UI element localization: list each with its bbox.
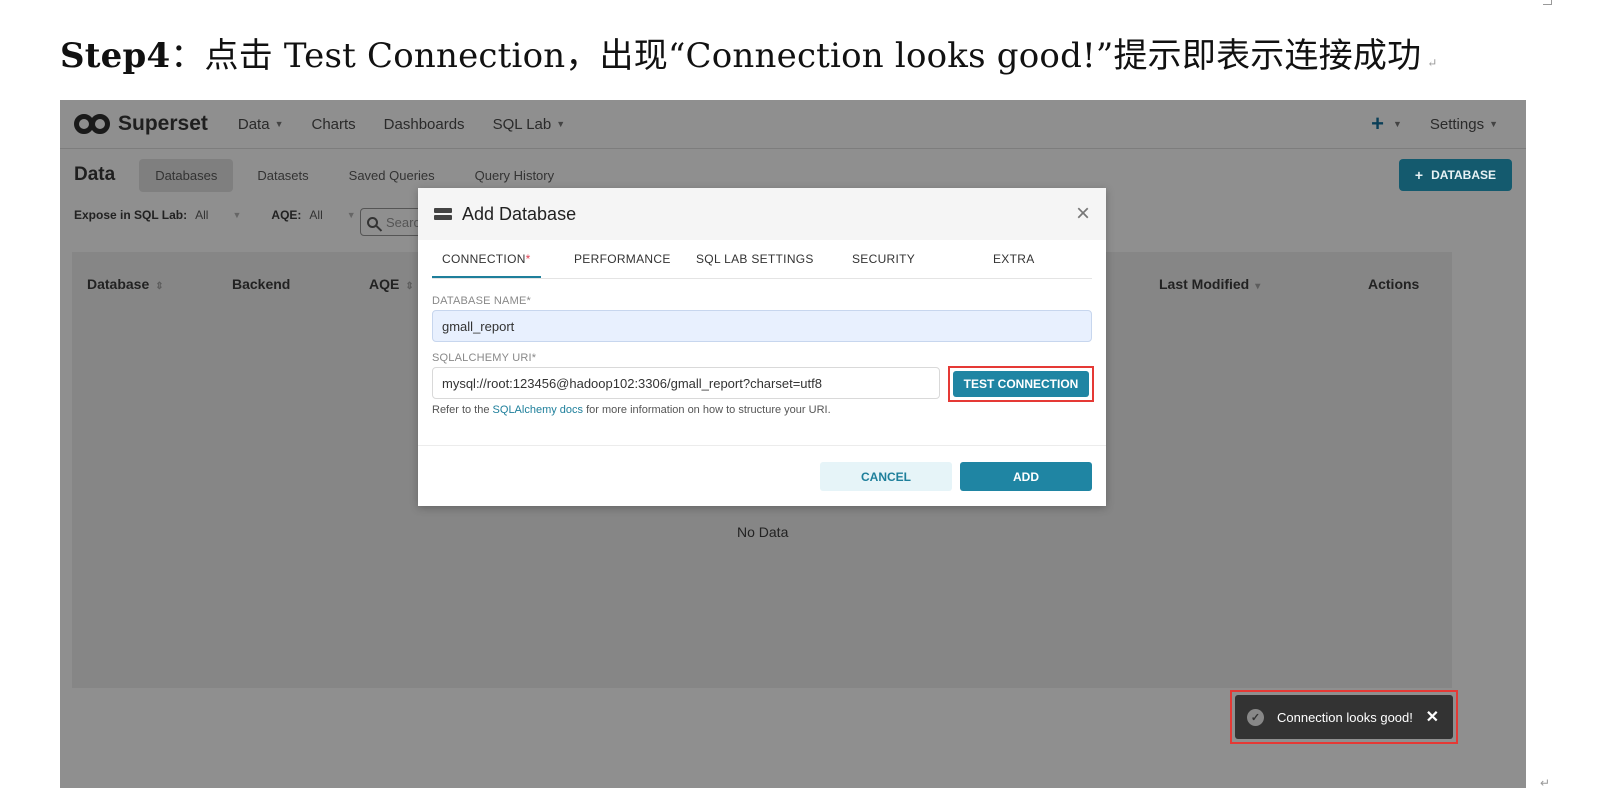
column-header-backend: Backend	[232, 276, 290, 292]
nav-data[interactable]: Data ▼	[238, 116, 284, 133]
step-label: Step4	[60, 36, 171, 76]
tab-security[interactable]: SECURITY	[852, 252, 915, 266]
chevron-down-icon: ▼	[556, 119, 566, 129]
modal-tabs: CONNECTION* PERFORMANCE SQL LAB SETTINGS…	[432, 240, 1092, 279]
column-header-actions: Actions	[1368, 276, 1419, 292]
superset-logo-icon	[74, 113, 114, 135]
plus-icon: +	[1371, 111, 1384, 136]
add-database-button[interactable]: + DATABASE	[1398, 159, 1512, 191]
column-header-label: Database	[87, 276, 150, 292]
search-icon	[367, 216, 378, 228]
nav-sql-lab-label: SQL Lab	[492, 115, 552, 133]
database-name-label: DATABASE NAME*	[432, 295, 531, 307]
tab-extra[interactable]: EXTRA	[993, 252, 1035, 266]
uri-help-text: Refer to the SQLAlchemy docs for more in…	[432, 404, 831, 416]
sqlalchemy-uri-label: SQLALCHEMY URI*	[432, 352, 537, 364]
document-heading: Step4：点击 Test Connection，出现“Connection l…	[60, 28, 1438, 77]
nav-charts[interactable]: Charts	[311, 116, 355, 133]
help-suffix: for more information on how to structure…	[583, 404, 831, 416]
cancel-button[interactable]: CANCEL	[820, 462, 952, 491]
chevron-down-icon: ▼	[232, 210, 242, 220]
sort-icon: ⇕	[405, 281, 414, 292]
search-placeholder: Searc	[386, 214, 420, 230]
page-corner-mark	[1543, 0, 1552, 5]
paragraph-mark: ↵	[1427, 56, 1438, 70]
toast-close-icon[interactable]: ✕	[1426, 707, 1439, 727]
database-icon	[434, 206, 452, 222]
column-header-label: AQE	[369, 276, 400, 292]
column-header-database[interactable]: Database ⇕	[87, 276, 164, 292]
navbar-right: + ▼ Settings ▼	[1357, 111, 1512, 137]
new-menu[interactable]: + ▼	[1371, 111, 1402, 137]
settings-menu[interactable]: Settings ▼	[1430, 116, 1498, 133]
nav-dashboards-label: Dashboards	[383, 115, 465, 133]
settings-label: Settings	[1429, 115, 1485, 133]
tab-sql-lab-settings[interactable]: SQL LAB SETTINGS	[696, 252, 814, 266]
page-title: Data	[74, 164, 116, 185]
chevron-down-icon: ▼	[346, 210, 356, 220]
help-prefix: Refer to the	[432, 404, 493, 416]
test-connection-highlight: TEST CONNECTION	[948, 366, 1094, 402]
toast-highlight: ✓ Connection looks good! ✕	[1230, 690, 1458, 744]
toast-message: Connection looks good!	[1277, 709, 1413, 725]
aqe-filter-select[interactable]: All	[309, 208, 322, 222]
paragraph-mark-end: ↵	[1540, 776, 1551, 790]
tab-databases[interactable]: Databases	[139, 158, 234, 192]
step-instruction: ：点击 Test Connection，出现“Connection looks …	[170, 36, 1422, 76]
tab-connection-label: CONNECTION	[442, 252, 526, 266]
modal-header: Add Database ×	[418, 188, 1106, 240]
tab-saved-queries[interactable]: Saved Queries	[333, 159, 451, 192]
brand-name: Superset	[118, 112, 208, 135]
nav-sql-lab[interactable]: SQL Lab ▼	[493, 116, 566, 133]
add-database-modal: Add Database × CONNECTION* PERFORMANCE S…	[418, 188, 1106, 506]
sqlalchemy-uri-input[interactable]: mysql://root:123456@hadoop102:3306/gmall…	[432, 367, 940, 399]
add-button[interactable]: ADD	[960, 462, 1092, 491]
test-connection-button[interactable]: TEST CONNECTION	[953, 371, 1089, 397]
sqlalchemy-docs-link[interactable]: SQLAlchemy docs	[493, 404, 583, 416]
sort-down-icon: ▾	[1255, 281, 1261, 292]
top-navbar: Superset Data ▼ Charts Dashboards SQL Lab…	[60, 100, 1526, 149]
column-header-aqe[interactable]: AQE ⇕	[369, 276, 414, 292]
brand[interactable]: Superset	[74, 112, 208, 136]
check-circle-icon: ✓	[1247, 708, 1264, 726]
expose-filter-select[interactable]: All	[195, 208, 208, 222]
expose-filter-label: Expose in SQL Lab:	[74, 208, 188, 222]
nav-charts-label: Charts	[311, 115, 356, 133]
required-mark: *	[525, 252, 531, 266]
sort-icon: ⇕	[155, 281, 164, 292]
chevron-down-icon: ▼	[274, 119, 284, 129]
nav-dashboards[interactable]: Dashboards	[384, 116, 465, 133]
chevron-down-icon: ▼	[1392, 119, 1402, 129]
tab-performance[interactable]: PERFORMANCE	[574, 252, 671, 266]
modal-title: Add Database	[462, 203, 577, 224]
column-header-label: Backend	[232, 276, 291, 292]
empty-state-text: No Data	[737, 524, 789, 540]
chevron-down-icon: ▼	[1489, 119, 1498, 129]
close-icon[interactable]: ×	[1076, 200, 1090, 228]
tab-connection[interactable]: CONNECTION*	[432, 252, 541, 278]
column-header-last-modified[interactable]: Last Modified ▾	[1159, 276, 1260, 292]
column-header-label: Actions	[1368, 276, 1420, 292]
tab-query-history[interactable]: Query History	[459, 159, 570, 192]
database-name-value: gmall_report	[442, 318, 515, 334]
success-toast: ✓ Connection looks good! ✕	[1235, 695, 1453, 739]
add-database-label: DATABASE	[1431, 168, 1496, 182]
column-header-label: Last Modified	[1159, 276, 1250, 292]
plus-icon: +	[1414, 167, 1424, 183]
modal-footer-divider	[418, 445, 1106, 446]
filter-bar: Expose in SQL Lab: All ▼ AQE: All ▼	[74, 208, 386, 222]
sqlalchemy-uri-value: mysql://root:123456@hadoop102:3306/gmall…	[442, 375, 822, 391]
nav-data-label: Data	[237, 115, 270, 133]
aqe-filter-label: AQE:	[271, 208, 302, 222]
tab-datasets[interactable]: Datasets	[241, 159, 324, 192]
database-name-input[interactable]: gmall_report	[432, 310, 1092, 342]
